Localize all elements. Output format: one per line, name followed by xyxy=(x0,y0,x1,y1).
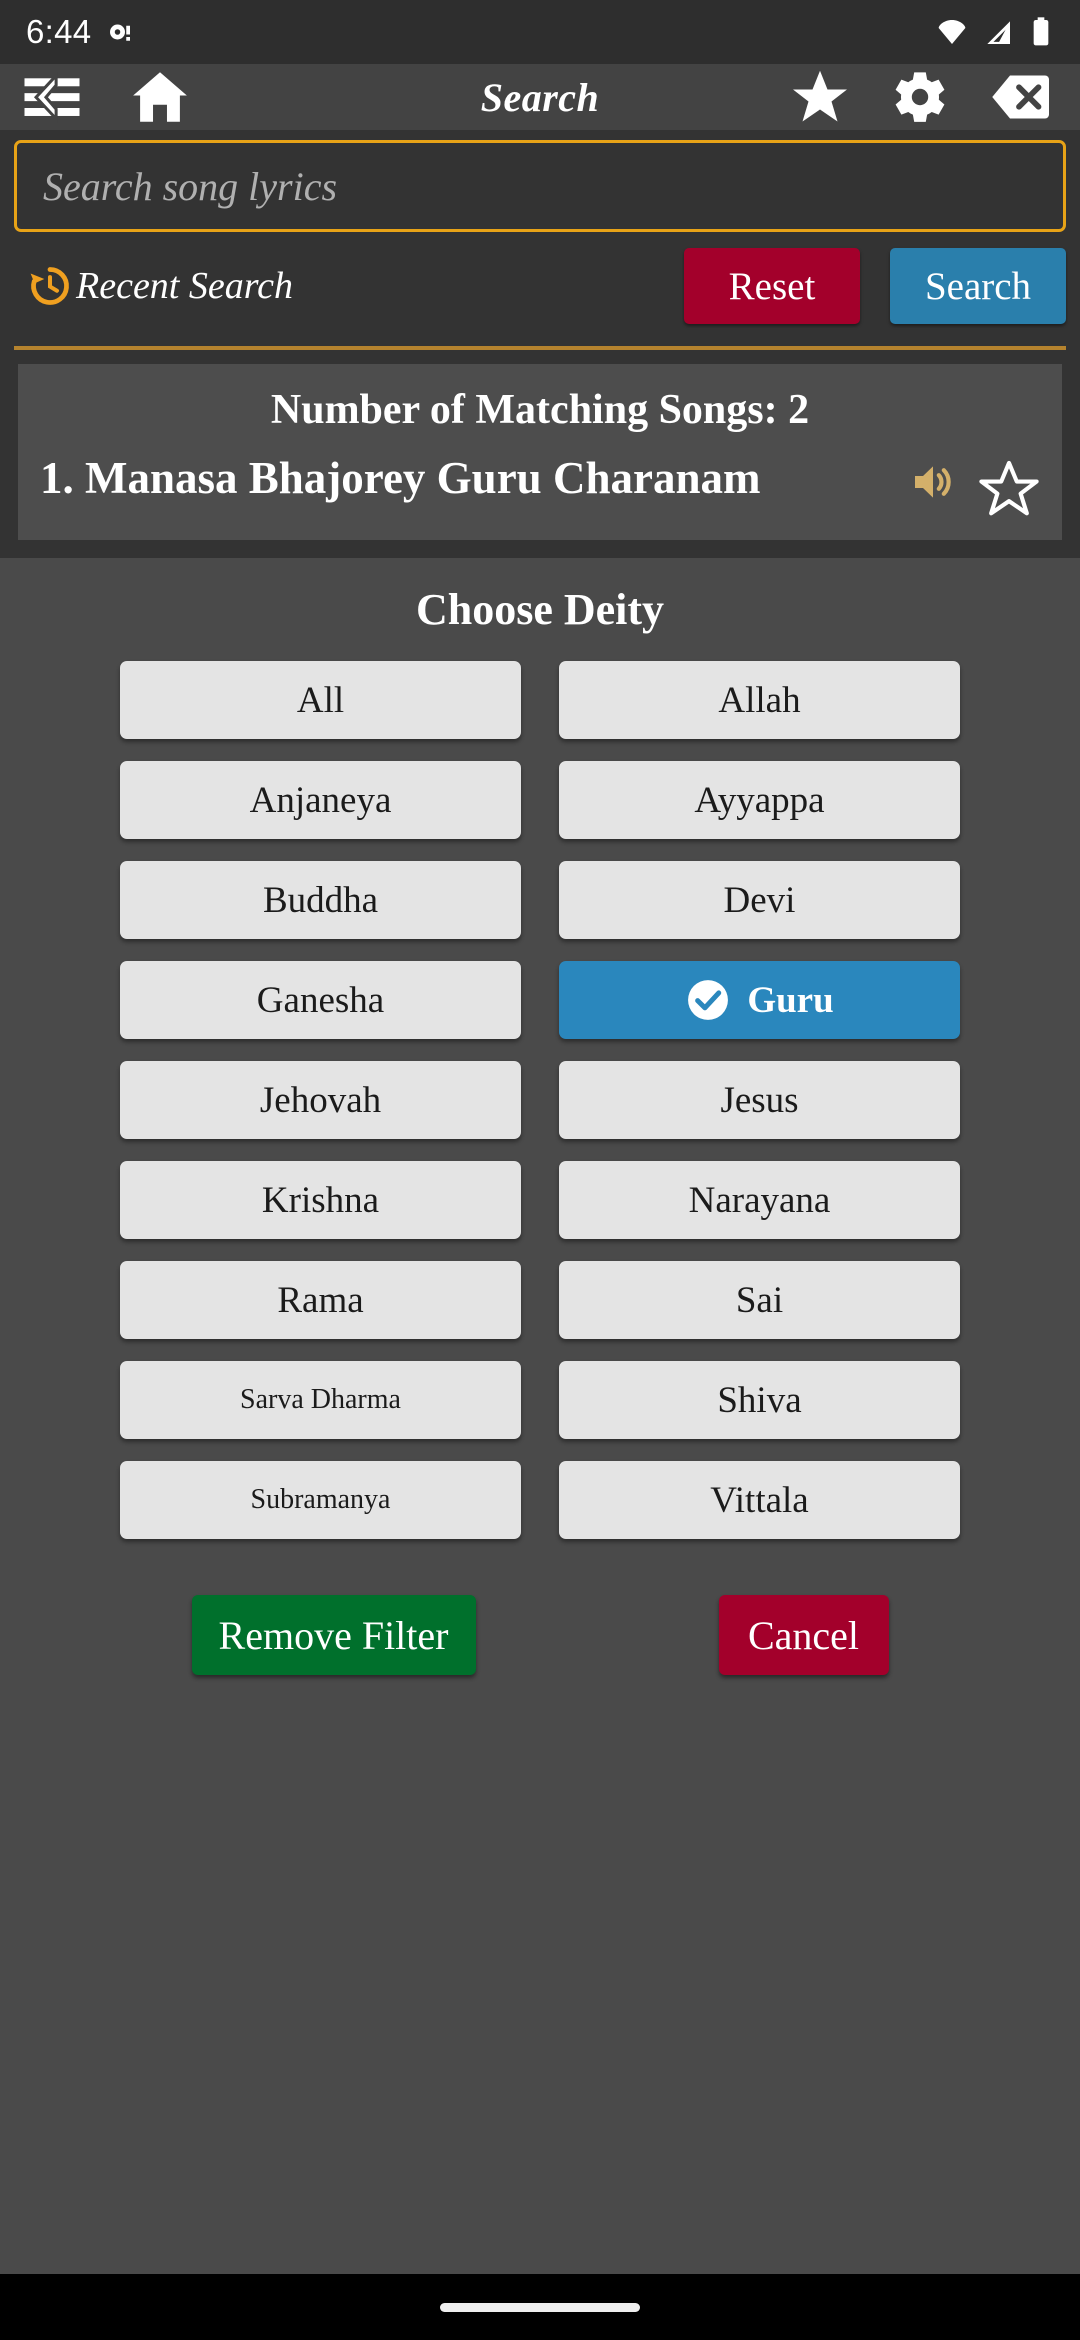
deity-option-krishna[interactable]: Krishna xyxy=(120,1161,521,1239)
star-filled-icon xyxy=(793,70,847,122)
deity-option-label: Vittala xyxy=(710,1479,809,1521)
star-outline-icon[interactable] xyxy=(978,458,1040,520)
app-toolbar: Search xyxy=(0,64,1080,130)
deity-options-grid: All Allah Anjaneya Ayyappa Buddha Devi Ganesha… xyxy=(0,661,1080,1539)
results-section: Number of Matching Songs: 2 1. Manasa Bh… xyxy=(0,350,1080,558)
deity-option-label: Jesus xyxy=(720,1079,799,1121)
battery-icon xyxy=(1033,17,1049,46)
status-bar-clock: 6:44 xyxy=(26,13,92,50)
deity-option-label: Jehovah xyxy=(259,1079,382,1121)
clear-search-button[interactable] xyxy=(970,64,1070,130)
notification-dot-icon xyxy=(110,24,131,41)
results-card: Number of Matching Songs: 2 1. Manasa Bh… xyxy=(18,364,1062,540)
search-panel: Search song lyrics Recent Search Reset S… xyxy=(0,130,1080,558)
deity-option-buddha[interactable]: Buddha xyxy=(120,861,521,939)
deity-option-label: Sai xyxy=(735,1279,784,1321)
home-button[interactable] xyxy=(114,64,206,130)
deity-option-anjaneya[interactable]: Anjaneya xyxy=(120,761,521,839)
match-count-label: Number of Matching Songs: 2 xyxy=(270,387,810,433)
deity-option-narayana[interactable]: Narayana xyxy=(559,1161,960,1239)
deity-option-ayyappa[interactable]: Ayyappa xyxy=(559,761,960,839)
deity-option-label: Krishna xyxy=(261,1179,380,1221)
cell-signal-icon xyxy=(987,21,1010,44)
search-input-placeholder: Search song lyrics xyxy=(43,163,338,209)
choose-deity-title: Choose Deity xyxy=(415,585,665,634)
search-button[interactable]: Search xyxy=(890,248,1066,324)
deity-option-label: Narayana xyxy=(688,1179,831,1221)
deity-option-ganesha[interactable]: Ganesha xyxy=(120,961,521,1039)
deity-option-devi[interactable]: Devi xyxy=(559,861,960,939)
song-list-item[interactable]: 1. Manasa Bhajorey Guru Charanam xyxy=(40,452,1040,520)
favorites-button[interactable] xyxy=(770,64,870,130)
check-circle-icon xyxy=(685,977,731,1023)
deity-option-sarva-dharma[interactable]: Sarva Dharma xyxy=(120,1361,521,1439)
deity-option-shiva[interactable]: Shiva xyxy=(559,1361,960,1439)
deity-option-label: Ganesha xyxy=(256,979,385,1021)
deity-option-vittala[interactable]: Vittala xyxy=(559,1461,960,1539)
home-gesture-handle[interactable] xyxy=(440,2302,640,2312)
recent-search-label: Recent Search xyxy=(76,265,293,307)
history-clock-icon xyxy=(30,267,69,305)
deity-option-rama[interactable]: Rama xyxy=(120,1261,521,1339)
deity-sheet-actions: Remove Filter Cancel xyxy=(0,1539,1080,1675)
clear-x-icon xyxy=(992,75,1049,119)
hamburger-menu-icon xyxy=(24,71,80,123)
status-bar: 6:44 xyxy=(0,0,1080,64)
deity-option-label: Rama xyxy=(277,1279,364,1321)
deity-option-label: Buddha xyxy=(262,879,379,921)
toolbar-actions xyxy=(770,64,1080,130)
deity-option-allah[interactable]: Allah xyxy=(559,661,960,739)
deity-option-label: Guru xyxy=(747,979,834,1021)
deity-option-label: Shiva xyxy=(717,1379,802,1421)
song-item-actions xyxy=(908,452,1040,520)
deity-option-jesus[interactable]: Jesus xyxy=(559,1061,960,1139)
settings-button[interactable] xyxy=(870,64,970,130)
status-bar-right xyxy=(936,16,1054,48)
deity-option-label: Anjaneya xyxy=(249,779,392,821)
deity-option-label: Sarva Dharma xyxy=(240,1384,401,1415)
remove-filter-button[interactable]: Remove Filter xyxy=(191,1595,476,1675)
deity-option-label: Ayyappa xyxy=(694,779,825,821)
deity-option-label: All xyxy=(296,679,345,721)
speaker-volume-icon[interactable] xyxy=(908,458,956,506)
deity-option-label: Allah xyxy=(718,679,801,721)
recent-search-button[interactable]: Recent Search xyxy=(14,264,293,308)
hamburger-menu-button[interactable] xyxy=(6,64,98,130)
reset-button[interactable]: Reset xyxy=(684,248,860,324)
deity-option-label: Devi xyxy=(723,879,796,921)
home-icon xyxy=(133,72,187,122)
choose-deity-sheet: Choose Deity All Allah Anjaneya Ayyappa Budd… xyxy=(0,558,1080,2274)
app-screen: 6:44 Search Search song lyrics Recent Se… xyxy=(0,0,1080,2340)
deity-option-sai[interactable]: Sai xyxy=(559,1261,960,1339)
status-bar-left: 6:44 xyxy=(26,13,135,51)
song-title: 1. Manasa Bhajorey Guru Charanam xyxy=(40,453,761,503)
deity-option-label: Subramanya xyxy=(250,1484,391,1515)
deity-option-jehovah[interactable]: Jehovah xyxy=(120,1061,521,1139)
deity-option-guru[interactable]: Guru xyxy=(559,961,960,1039)
wifi-icon xyxy=(938,20,966,44)
search-input[interactable]: Search song lyrics xyxy=(14,140,1066,232)
system-nav-bar xyxy=(0,2274,1080,2340)
cancel-button[interactable]: Cancel xyxy=(718,1595,889,1675)
gear-icon xyxy=(895,72,945,122)
deity-option-all[interactable]: All xyxy=(120,661,521,739)
search-actions-row: Recent Search Reset Search xyxy=(0,232,1080,338)
deity-option-subramanya[interactable]: Subramanya xyxy=(120,1461,521,1539)
